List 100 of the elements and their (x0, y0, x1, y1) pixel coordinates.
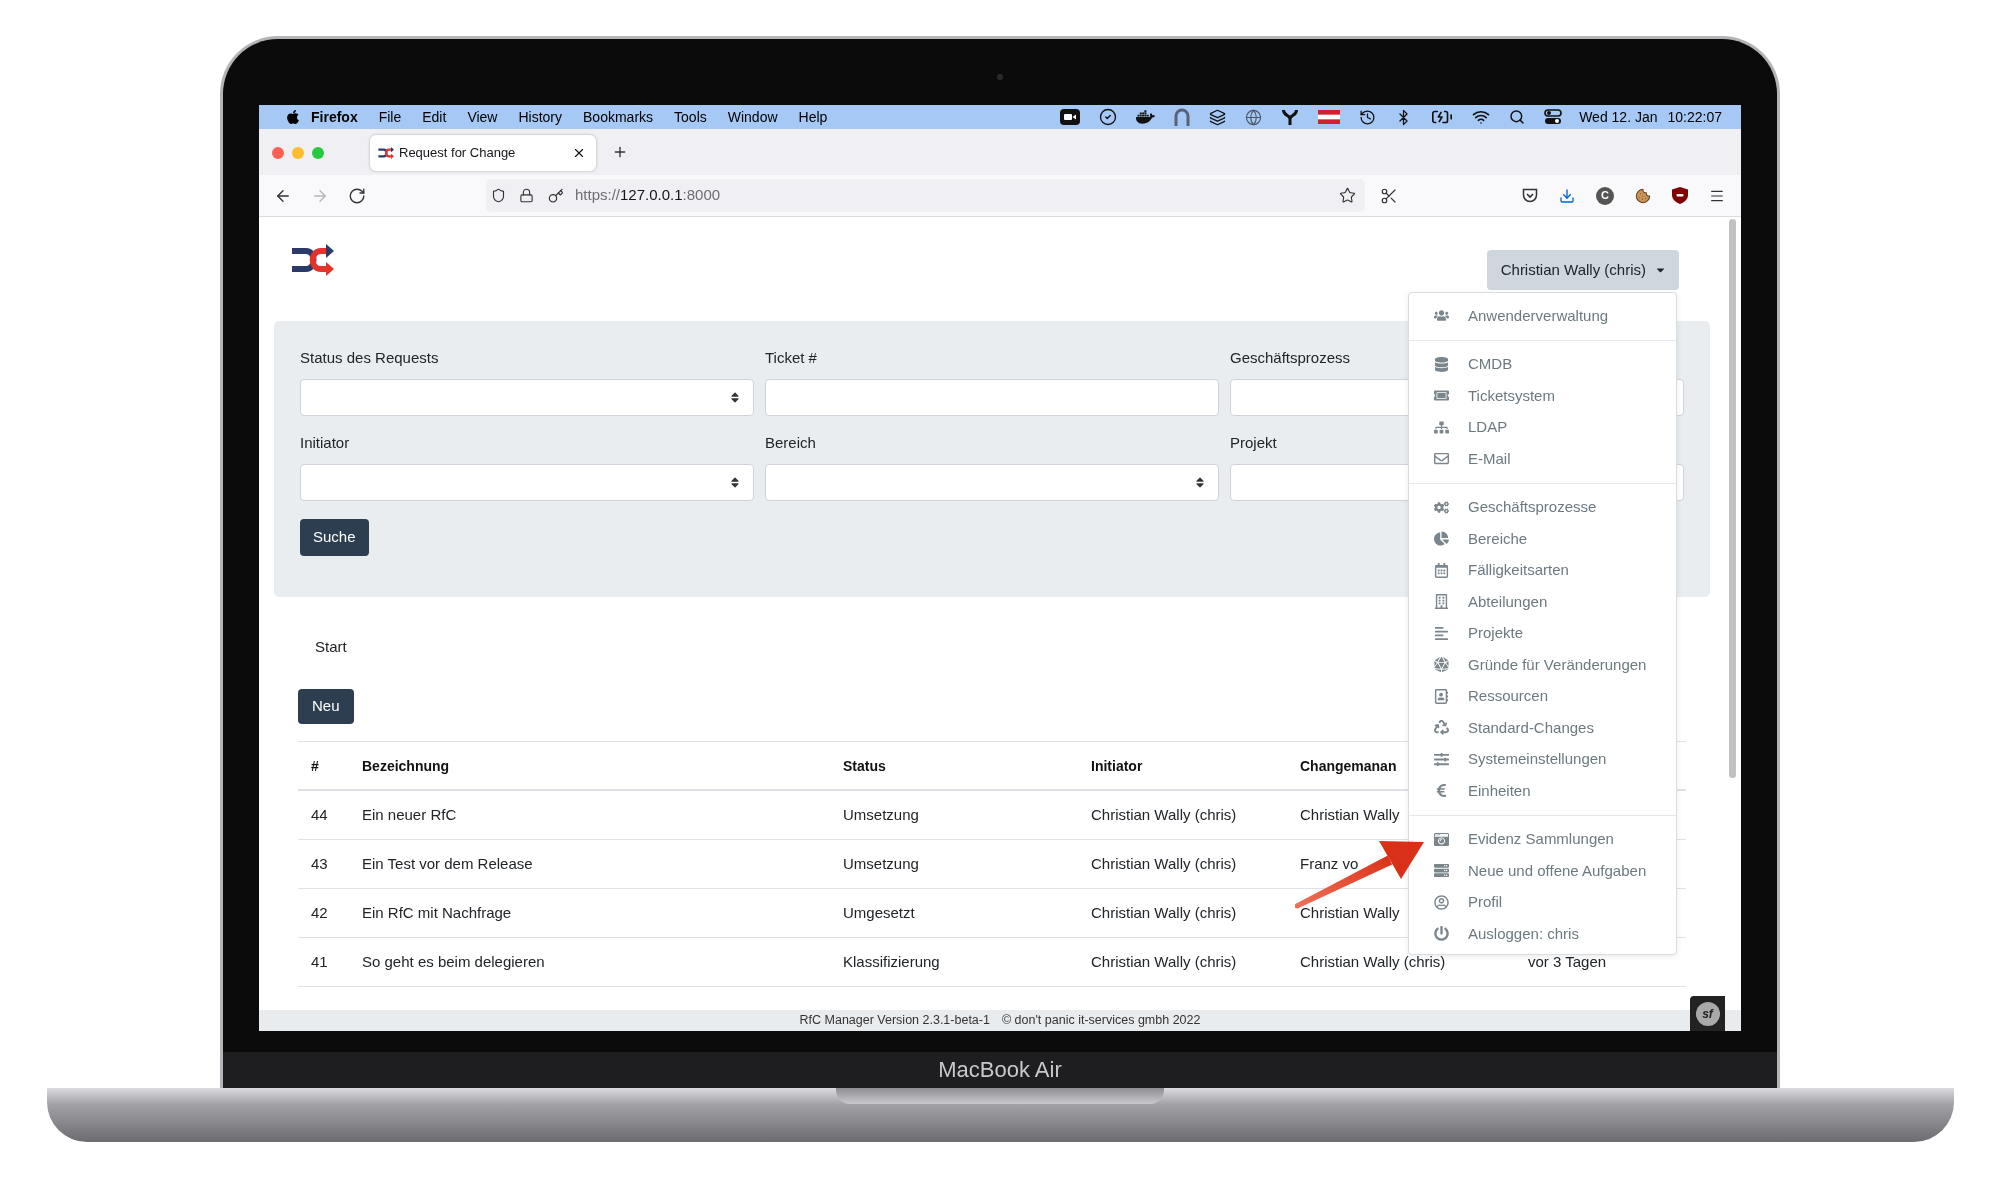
menu-item[interactable]: Einheiten (1409, 775, 1676, 807)
database-icon (1434, 356, 1449, 372)
contact-card-icon (1434, 688, 1449, 704)
star-icon[interactable] (1339, 187, 1356, 204)
select-field[interactable] (300, 379, 754, 416)
menu-item[interactable]: Ticketsystem (1409, 380, 1676, 412)
menu-bar-item[interactable]: Window (727, 106, 778, 128)
plus-icon[interactable] (612, 144, 628, 160)
table-cell: Franz vo (1300, 855, 1359, 872)
date-text: Wed 12. Jan (1579, 107, 1658, 127)
menu-item[interactable]: Standard-Changes (1409, 712, 1676, 744)
menu-item[interactable]: Neue und offene Aufgaben (1409, 855, 1676, 887)
menu-bar-item[interactable]: Help (798, 106, 828, 128)
menu-item[interactable]: Projekte (1409, 617, 1676, 649)
debug-toolbar-button[interactable]: sf (1690, 996, 1725, 1031)
menu-bar-item[interactable]: File (378, 106, 402, 128)
user-menu-button[interactable]: Christian Wally (chris) (1486, 250, 1679, 290)
extension-shield-icon[interactable] (1672, 187, 1688, 204)
menu-item[interactable]: Anwenderverwaltung (1409, 300, 1676, 332)
url-field[interactable]: https://127.0.0.1:8000 (486, 179, 1365, 212)
fork-icon[interactable] (1281, 109, 1300, 125)
table-cell: Christian Wally (chris) (1091, 953, 1237, 970)
menu-item[interactable]: Gründe für Veränderungen (1409, 649, 1676, 681)
field-label: Projekt (1230, 434, 1277, 452)
url-text: https://127.0.0.1:8000 (575, 185, 721, 206)
shuffle-arrows-icon (378, 146, 394, 160)
menu-item[interactable]: Bereiche (1409, 523, 1676, 555)
text-field[interactable] (765, 379, 1219, 416)
menu-item[interactable]: Evidenz Sammlungen (1409, 823, 1676, 855)
euro-icon (1434, 783, 1449, 799)
scrollbar[interactable] (1729, 219, 1736, 778)
download-icon[interactable] (1559, 187, 1575, 204)
close-icon[interactable] (572, 146, 586, 160)
menu-item[interactable]: E-Mail (1409, 443, 1676, 475)
check-circle-icon[interactable] (1099, 108, 1118, 126)
column-header: Status (843, 757, 886, 774)
scissors-icon[interactable] (1380, 186, 1398, 205)
field-label: Initiator (300, 434, 350, 452)
whale-icon[interactable] (1136, 109, 1156, 125)
menu-bar-item[interactable]: View (467, 106, 498, 128)
flag-icon[interactable] (1318, 110, 1341, 124)
menu-bar-item[interactable]: Tools (674, 106, 707, 128)
lock-icon[interactable] (519, 188, 534, 203)
extension-button[interactable]: C (1596, 186, 1614, 205)
table-cell: Christian Wally (1300, 806, 1400, 823)
sort-caret-icon (731, 476, 739, 489)
table-cell: Ein RfC mit Nachfrage (362, 904, 512, 921)
chevron-shield-icon[interactable] (1522, 188, 1538, 203)
copyright-text: © don't panic it-services gmbh 2022 (1001, 1012, 1201, 1030)
table-cell: Christian Wally (chris) (1091, 806, 1237, 823)
shield-icon[interactable] (491, 188, 506, 203)
pie-chart-icon (1434, 531, 1449, 547)
table-cell: vor 3 Tagen (1528, 953, 1607, 970)
arch-icon[interactable] (1174, 108, 1191, 126)
table-cell: Umgesetzt (843, 904, 915, 921)
cookie-icon[interactable] (1635, 187, 1651, 204)
server-icon (1434, 863, 1449, 879)
device-label: MacBook Air (938, 1059, 1062, 1081)
toggles-icon[interactable] (1544, 109, 1563, 125)
users-icon (1434, 308, 1449, 324)
menu-item[interactable]: CMDB (1409, 348, 1676, 380)
table-cell: Ein Test vor dem Release (362, 855, 533, 872)
menu-item[interactable]: Profil (1409, 886, 1676, 918)
menu-item[interactable]: Abteilungen (1409, 586, 1676, 618)
history-icon[interactable] (1359, 108, 1377, 126)
menu-item[interactable]: Fälligkeitsarten (1409, 554, 1676, 586)
menu-item[interactable]: Ausloggen: chris (1409, 918, 1676, 950)
table-cell: Klassifizierung (843, 953, 940, 970)
search-button[interactable]: Suche (300, 519, 369, 556)
table-cell: 41 (311, 953, 328, 970)
apple-icon[interactable] (286, 109, 300, 125)
video-camera-icon[interactable] (1060, 109, 1081, 125)
menu-bar-item[interactable]: Bookmarks (583, 106, 654, 128)
field-label: Bereich (765, 434, 816, 452)
globe-icon[interactable] (1245, 108, 1263, 126)
layers-icon[interactable] (1209, 108, 1227, 126)
close-window-icon[interactable] (272, 147, 284, 159)
key-icon[interactable] (548, 187, 564, 204)
breadcrumb-item: Start (315, 638, 347, 656)
wifi-icon[interactable] (1472, 108, 1491, 126)
select-field[interactable] (765, 464, 1219, 501)
select-field[interactable] (300, 464, 754, 501)
menu-item[interactable]: Systemeinstellungen (1409, 743, 1676, 775)
menu-item[interactable]: Ressourcen (1409, 680, 1676, 712)
time-text: 10:22:07 (1667, 107, 1722, 127)
search-icon[interactable] (1509, 109, 1526, 125)
menu-bar-item[interactable]: History (518, 106, 563, 128)
new-button[interactable]: Neu (298, 689, 354, 724)
logo-icon (291, 242, 334, 278)
menu-bar-item[interactable]: Edit (422, 106, 447, 128)
table-cell: 44 (311, 806, 328, 823)
menu-item[interactable]: LDAP (1409, 411, 1676, 443)
reload-icon[interactable] (348, 186, 366, 205)
version-text: RfC Manager Version 2.3.1-beta-1 (799, 1012, 990, 1030)
menu-item[interactable]: Geschäftsprozesse (1409, 491, 1676, 523)
table-cell: Christian Wally (1300, 904, 1400, 921)
table-cell: Umsetzung (843, 806, 919, 823)
power-icon (1434, 926, 1449, 942)
browser-tab[interactable]: Request for Change (370, 135, 596, 171)
app-menu[interactable]: Firefox (311, 106, 358, 128)
